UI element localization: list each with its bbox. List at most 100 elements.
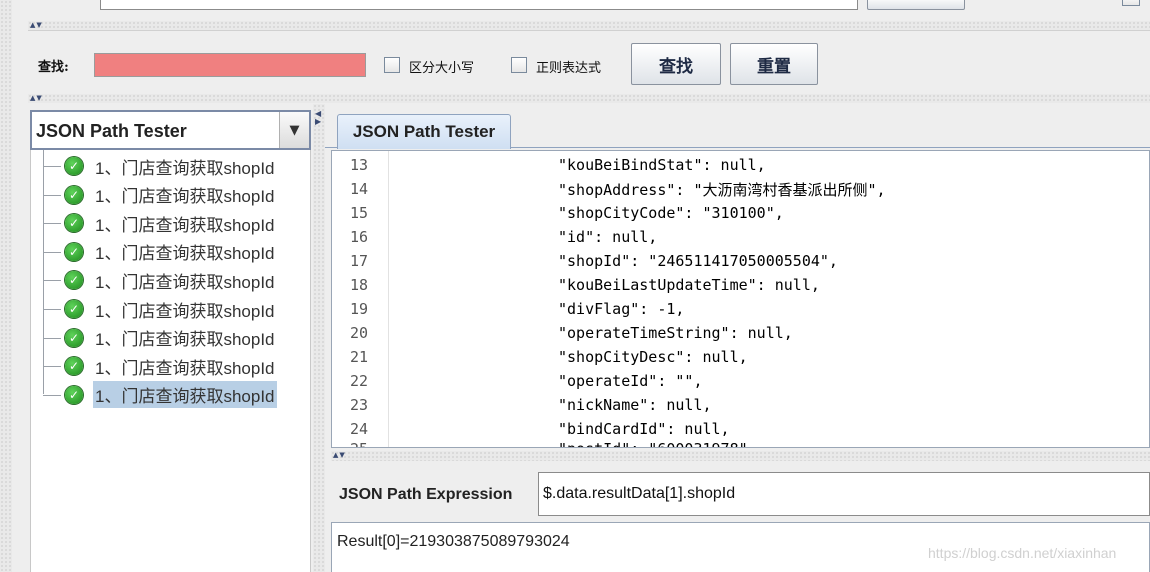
tree-item[interactable]: ✓ 1、门店查询获取shopId	[31, 209, 301, 237]
tree-item-label: 1、门店查询获取shopId	[95, 158, 275, 178]
vertical-splitter[interactable]: ◀ ▶	[313, 104, 325, 572]
left-panel: JSON Path Tester ▼ ✓ 1、门店查询获取shopId ✓ 1、门店查…	[28, 104, 313, 572]
tree-item[interactable]: ✓ 1、门店查询获取shopId	[31, 181, 301, 209]
tree-connector	[43, 251, 61, 253]
search-input[interactable]	[94, 53, 366, 77]
search-label: 查找:	[38, 60, 69, 75]
tree-item[interactable]: ✓ 1、门店查询获取shopId	[31, 238, 301, 266]
code-line: 20 "operateTimeString": null,	[332, 321, 1112, 345]
line-number: 22	[350, 372, 369, 390]
code-text: "operateId": "",	[558, 372, 703, 390]
line-number: 23	[350, 396, 369, 414]
tree-item[interactable]: ✓ 1、门店查询获取shopId	[31, 266, 301, 294]
success-shield-icon: ✓	[65, 214, 83, 233]
line-number: 17	[350, 252, 369, 270]
tree-item-label: 1、门店查询获取shopId	[95, 187, 275, 207]
line-number: 18	[350, 276, 369, 294]
code-text: "shopCityDesc": null,	[558, 348, 748, 366]
line-number: 20	[350, 324, 369, 342]
code-text: "kouBeiLastUpdateTime": null,	[558, 276, 820, 294]
code-text: "shopAddress": "大沥南湾村香基派出所侧",	[558, 180, 886, 199]
tree-connector	[43, 337, 61, 339]
code-text: "shopCityCode": "310100",	[558, 204, 784, 222]
line-number: 14	[350, 180, 369, 198]
code-text: "shopId": "246511417050005504",	[558, 252, 838, 270]
tree-item[interactable]: ✓ 1、门店查询获取shopId	[31, 295, 301, 323]
success-shield-icon: ✓	[65, 328, 83, 347]
line-number: 19	[350, 300, 369, 318]
tab-label: JSON Path Tester	[352, 122, 496, 141]
search-bar: 查找: 区分大小写 正则表达式 查找 重置	[28, 30, 1150, 92]
tree-connector	[43, 280, 61, 282]
tree-item[interactable]: ✓ 1、门店查询获取shopId	[31, 381, 301, 409]
selector-dropdown-button[interactable]: ▼	[279, 112, 309, 148]
result-area[interactable]: Result[0]=219303875089793024 https://blo…	[331, 522, 1150, 572]
code-line: 22 "operateId": "",	[332, 369, 1112, 393]
line-number: 21	[350, 348, 369, 366]
code-text: "kouBeiBindStat": null,	[558, 156, 766, 174]
code-line: 15 "shopCityCode": "310100",	[332, 201, 1112, 225]
middle-splitter[interactable]: ▲▼	[28, 94, 1150, 103]
top-input-field[interactable]	[100, 0, 858, 10]
top-checkbox[interactable]	[1122, 0, 1140, 6]
regex-checkbox[interactable]	[511, 57, 527, 73]
code-text: "nickName": null,	[558, 396, 712, 414]
case-sensitive-label: 区分大小写	[409, 61, 475, 76]
code-line: 23 "nickName": null,	[332, 393, 1112, 417]
success-shield-icon: ✓	[65, 300, 83, 318]
expression-label: JSON Path Expression	[339, 486, 513, 503]
regex-label: 正则表达式	[536, 61, 602, 76]
code-line: 16 "id": null,	[332, 225, 1112, 249]
code-line: 13 "kouBeiBindStat": null,	[332, 153, 1112, 177]
tree-item-label: 1、门店查询获取shopId	[95, 301, 275, 321]
top-button[interactable]	[867, 0, 965, 10]
top-splitter[interactable]: ▲▼	[28, 21, 1150, 30]
tree-connector	[43, 194, 61, 196]
tester-selector[interactable]: JSON Path Tester ▼	[30, 110, 311, 150]
code-line-partial: 25 "postId": "600031978"	[332, 437, 1112, 447]
result-text: Result[0]=219303875089793024	[337, 533, 570, 550]
line-number: 24	[350, 420, 369, 438]
success-shield-icon: ✓	[65, 185, 83, 204]
code-line: 19 "divFlag": -1,	[332, 297, 1112, 321]
tree-item[interactable]: ✓ 1、门店查询获取shopId	[31, 352, 301, 380]
tree-item-label: 1、门店查询获取shopId	[95, 215, 275, 235]
tree-connector	[43, 366, 61, 368]
tree-item[interactable]: ✓ 1、门店查询获取shopId	[31, 324, 301, 352]
tree-connector	[43, 309, 61, 310]
code-text: "bindCardId": null,	[558, 420, 730, 438]
response-viewer[interactable]: 13 "kouBeiBindStat": null, 14 "shopAddress"…	[331, 150, 1150, 448]
left-edge-splitter[interactable]	[0, 0, 12, 572]
tree-item-label: 1、门店查询获取shopId	[93, 381, 277, 409]
find-button[interactable]: 查找	[631, 43, 721, 85]
tree-connector	[43, 166, 61, 167]
line-number: 13	[350, 156, 369, 174]
success-shield-icon: ✓	[65, 385, 83, 404]
tester-selector-value: JSON Path Tester	[36, 121, 187, 141]
tree-item-label: 1、门店查询获取shopId	[95, 358, 275, 378]
tree-item[interactable]: ✓ 1、门店查询获取shopId	[31, 152, 301, 180]
code-text: "divFlag": -1,	[558, 300, 685, 318]
chevron-down-icon: ▼	[289, 122, 300, 138]
watermark: https://blog.csdn.net/xiaxinhan	[928, 545, 1117, 561]
success-shield-icon: ✓	[65, 357, 83, 376]
code-line: 17 "shopId": "246511417050005504",	[332, 249, 1112, 273]
code-text: "id": null,	[558, 228, 658, 246]
tab-json-path-tester[interactable]: JSON Path Tester	[337, 114, 511, 149]
tree-connector	[43, 223, 61, 225]
result-splitter[interactable]: ▲▼	[331, 451, 1150, 461]
case-sensitive-checkbox[interactable]	[384, 57, 400, 73]
code-line: 21 "shopCityDesc": null,	[332, 345, 1112, 369]
line-number: 15	[350, 204, 369, 222]
result-tree: ✓ 1、门店查询获取shopId ✓ 1、门店查询获取shopId ✓ 1、门店查询获取s…	[30, 150, 311, 572]
tab-strip: JSON Path Tester	[325, 112, 1150, 149]
tree-item-label: 1、门店查询获取shopId	[95, 330, 275, 350]
tree-item-label: 1、门店查询获取shopId	[95, 272, 275, 292]
code-text: "operateTimeString": null,	[558, 324, 793, 342]
reset-button[interactable]: 重置	[730, 43, 818, 85]
expression-value: $.data.resultData[1].shopId	[543, 485, 736, 502]
success-shield-icon: ✓	[65, 271, 83, 290]
expression-input[interactable]: $.data.resultData[1].shopId	[538, 472, 1150, 516]
success-shield-icon: ✓	[65, 242, 83, 261]
success-shield-icon: ✓	[65, 157, 83, 175]
